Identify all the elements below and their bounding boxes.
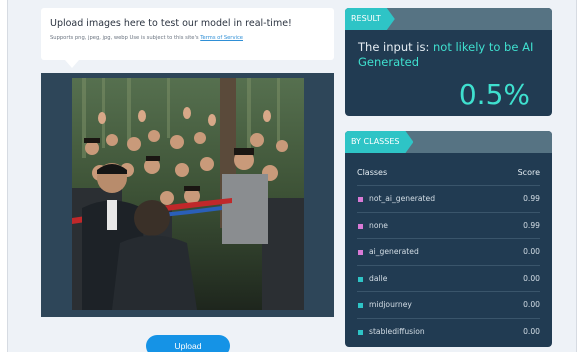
class-score: 0.00: [523, 326, 540, 336]
class-score: 0.00: [523, 273, 540, 283]
upload-subtitle: Supports png, jpeg, jpg, webp Use is sub…: [50, 35, 243, 41]
classes-tag: BY CLASSES: [345, 131, 413, 153]
score-column-header: Score: [517, 168, 540, 177]
upload-header-card: Upload images here to test our model in …: [41, 8, 334, 68]
class-color-dot: [358, 223, 363, 229]
upload-title: Upload images here to test our model in …: [50, 18, 292, 29]
result-tag: RESULT: [345, 8, 395, 30]
window-frame-right: [576, 0, 585, 352]
class-score: 0.00: [523, 247, 540, 256]
class-color-dot: [358, 250, 363, 255]
class-name: dalle: [369, 273, 388, 283]
window-frame-left: [0, 0, 8, 352]
class-name: stablediffusion: [369, 326, 425, 336]
class-score: 0.00: [523, 300, 540, 309]
class-name: ai_generated: [369, 247, 419, 256]
uploaded-image: [72, 78, 304, 310]
class-row: dalle 0.00: [357, 264, 540, 292]
class-name: not_ai_generated: [369, 194, 436, 203]
terms-of-service-link[interactable]: Terms of Service: [200, 35, 243, 41]
class-score: 0.99: [523, 194, 540, 203]
result-card: RESULT The input is: not likely to be AI…: [345, 8, 552, 116]
classes-table-header: Classes Score: [357, 168, 540, 177]
class-row: not_ai_generated 0.99: [357, 185, 540, 212]
result-percent: 0.5%: [458, 78, 530, 111]
result-prefix: The input is:: [358, 40, 433, 54]
upload-button[interactable]: Upload: [146, 335, 230, 352]
class-color-dot: [358, 197, 363, 202]
upload-subtitle-text: Supports png, jpeg, jpg, webp Use is sub…: [50, 35, 201, 41]
class-row: none 0.99: [357, 211, 540, 239]
class-color-dot: [358, 329, 363, 335]
classes-card: BY CLASSES Classes Score not_ai_generate…: [345, 131, 552, 347]
crowd-photo-illustration: [72, 78, 304, 310]
class-row: stablediffusion 0.00: [357, 317, 540, 345]
class-color-dot: [358, 303, 363, 308]
class-row: ai_generated 0.00: [357, 238, 540, 265]
result-text: The input is: not likely to be AI Genera…: [358, 40, 548, 70]
class-name: none: [369, 220, 388, 230]
class-color-dot: [358, 276, 363, 282]
class-name: midjourney: [369, 300, 412, 309]
image-preview-panel: [41, 73, 334, 317]
class-row: midjourney 0.00: [357, 291, 540, 318]
classes-list: not_ai_generated 0.99 none 0.99 ai_gener…: [357, 185, 540, 344]
classes-column-header: Classes: [357, 168, 388, 177]
class-score: 0.99: [523, 220, 540, 230]
